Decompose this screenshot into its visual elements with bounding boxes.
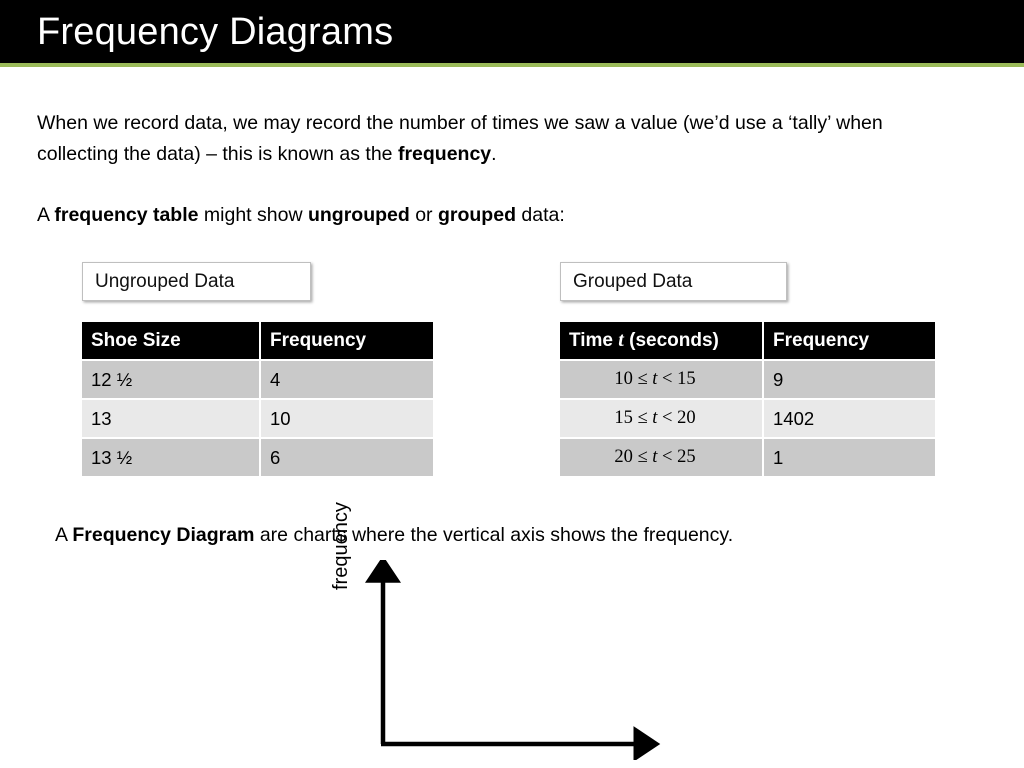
cell-shoe-size: 12 ½ <box>82 361 259 398</box>
tables-lead-b: might show <box>198 204 308 226</box>
grouped-data-caption-label: Grouped Data <box>573 270 693 292</box>
ungrouped-data-table: Shoe Size Frequency 12 ½ 4 13 10 13 ½ 6 <box>80 320 435 478</box>
column-header-time-suffix: (seconds) <box>623 330 719 351</box>
tables-lead-d: data: <box>515 204 565 226</box>
table-row: 20 ≤ t < 25 1 <box>560 439 935 476</box>
table-header-row: Time t (seconds) Frequency <box>560 322 935 359</box>
interval-upper: < 15 <box>657 369 696 389</box>
grouped-data-table: Time t (seconds) Frequency 10 ≤ t < 15 9… <box>558 320 937 478</box>
frequency-axes-diagram <box>365 560 661 760</box>
table-row: 15 ≤ t < 20 1402 <box>560 400 935 437</box>
column-header-time: Time t (seconds) <box>560 322 762 359</box>
interval-upper: < 20 <box>657 408 696 428</box>
cell-frequency: 1402 <box>764 400 935 437</box>
cell-frequency: 9 <box>764 361 935 398</box>
diagram-lead-b: are charts where the vertical axis shows… <box>254 524 734 546</box>
cell-frequency: 1 <box>764 439 935 476</box>
tables-lead-bold-grouped: grouped <box>437 204 516 226</box>
tables-lead-paragraph: A frequency table might show ungrouped o… <box>37 200 947 231</box>
cell-shoe-size: 13 ½ <box>82 439 259 476</box>
tables-lead-bold-frequency-table: frequency table <box>54 204 199 226</box>
table-row: 10 ≤ t < 15 9 <box>560 361 935 398</box>
slide-title-bar: Frequency Diagrams <box>0 0 1024 63</box>
table-header-row: Shoe Size Frequency <box>82 322 433 359</box>
column-header-shoe-size: Shoe Size <box>82 322 259 359</box>
cell-frequency: 10 <box>261 400 433 437</box>
cell-time-interval: 20 ≤ t < 25 <box>560 439 762 476</box>
intro-paragraph: When we record data, we may record the n… <box>37 108 947 170</box>
cell-time-interval: 15 ≤ t < 20 <box>560 400 762 437</box>
interval-upper: < 25 <box>657 447 696 467</box>
diagram-lead-paragraph: A Frequency Diagram are charts where the… <box>55 520 965 551</box>
title-accent-rule <box>0 63 1024 67</box>
page-title: Frequency Diagrams <box>37 11 394 53</box>
column-header-time-prefix: Time <box>569 330 619 351</box>
column-header-frequency: Frequency <box>261 322 433 359</box>
diagram-lead-a: A <box>55 524 73 546</box>
interval-lower: 20 ≤ <box>614 447 653 467</box>
grouped-data-caption-box: Grouped Data <box>560 262 787 301</box>
ungrouped-data-caption-label: Ungrouped Data <box>95 270 235 292</box>
intro-text-part2: . <box>491 143 497 165</box>
interval-lower: 10 ≤ <box>614 369 653 389</box>
interval-lower: 15 ≤ <box>614 408 653 428</box>
cell-shoe-size: 13 <box>82 400 259 437</box>
y-axis-label: frequency <box>330 502 352 590</box>
tables-lead-c: or <box>409 204 438 226</box>
tables-lead-a: A <box>37 204 55 226</box>
ungrouped-data-caption-box: Ungrouped Data <box>82 262 311 301</box>
column-header-frequency: Frequency <box>764 322 935 359</box>
table-row: 12 ½ 4 <box>82 361 433 398</box>
diagram-lead-bold: Frequency Diagram <box>72 524 255 546</box>
intro-text-bold: frequency <box>397 143 492 165</box>
table-row: 13 ½ 6 <box>82 439 433 476</box>
cell-time-interval: 10 ≤ t < 15 <box>560 361 762 398</box>
table-row: 13 10 <box>82 400 433 437</box>
tables-lead-bold-ungrouped: ungrouped <box>307 204 410 226</box>
cell-frequency: 4 <box>261 361 433 398</box>
